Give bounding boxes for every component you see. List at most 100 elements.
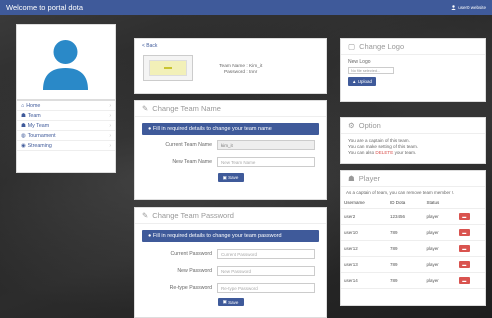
upload-icon: ▲: [352, 79, 357, 84]
remove-player-button[interactable]: ▬: [458, 245, 470, 252]
sidebar-item-team[interactable]: ☗ Team ›: [17, 111, 115, 121]
column-header: ID Dota: [386, 197, 424, 209]
table-row: user14 789 player ▬: [341, 272, 485, 289]
table-row: user12 789 player ▬: [341, 240, 485, 257]
table-row: user10 789 player ▬: [341, 224, 485, 241]
remove-player-button[interactable]: ▬: [458, 261, 470, 268]
option-text: You are a captain of this team. You can …: [341, 134, 485, 160]
panel-title: Option: [358, 121, 381, 130]
current-password-input[interactable]: Current Password: [217, 249, 315, 259]
sidebar-item-my-team[interactable]: ☗ My Team ›: [17, 121, 115, 131]
chevron-right-icon: ›: [109, 132, 111, 139]
users-icon: ☗: [348, 174, 355, 183]
current-team-name-label: Current Team Name: [165, 142, 212, 148]
status-cell: player: [423, 256, 456, 273]
info-alert: ● Fill in required details to change you…: [142, 123, 319, 135]
sidebar-item-label: Streaming: [27, 142, 52, 149]
home-icon: ⌂: [21, 102, 25, 109]
team-info-panel: < Back Team Name : Kim_it Password : tnn…: [134, 38, 327, 94]
save-icon: ▣: [222, 174, 227, 180]
sidebar-item-tournament[interactable]: ◍ Tournament ›: [17, 131, 115, 141]
retype-password-input[interactable]: Re-type Password: [217, 283, 315, 293]
username-cell: user13: [341, 256, 387, 273]
username-cell: user10: [341, 224, 387, 241]
column-header: Username: [341, 197, 387, 209]
status-cell: player: [423, 224, 456, 241]
change-team-password-panel: ✎ Change Team Password ● Fill in require…: [134, 207, 327, 318]
trash-icon: ▬: [462, 278, 467, 283]
chevron-right-icon: ›: [109, 142, 111, 149]
group-icon: ☗: [21, 122, 26, 129]
sidebar-item-label: Tournament: [27, 132, 56, 139]
panel-title: Change Team Password: [152, 211, 234, 220]
option-line-3-suffix: your team.: [394, 150, 417, 155]
save-team-name-button[interactable]: ▣ Save: [217, 173, 244, 182]
sidebar-item-label: Team: [27, 112, 41, 119]
chevron-right-icon: ›: [109, 122, 111, 129]
panel-header: ☗ Player: [341, 171, 485, 187]
id-dota-cell: 789: [386, 272, 424, 289]
alert-text: Fill in required details to change your …: [152, 233, 282, 239]
info-icon: ●: [148, 233, 152, 239]
panel-header: ▢ Change Logo: [341, 39, 485, 55]
avatar: [37, 33, 94, 90]
username-cell: user2: [341, 208, 387, 225]
player-note: As a captain of team, you can remove tea…: [346, 190, 455, 195]
team-icon: ☗: [21, 112, 26, 119]
remove-player-button[interactable]: ▬: [458, 229, 470, 236]
button-label: Upload: [357, 79, 372, 84]
sidebar-menu: ⌂ Home › ☗ Team › ☗ My Team › ◍ Tournament ›…: [16, 100, 116, 173]
username-cell: user12: [341, 240, 387, 257]
team-password-label: Password: [223, 70, 245, 75]
save-password-button[interactable]: ▣ Save: [217, 298, 244, 306]
info-alert: ● Fill in required details to change you…: [142, 230, 319, 242]
change-logo-panel: ▢ Change Logo New Logo No file selected.…: [340, 38, 486, 102]
new-logo-label: New Logo: [348, 59, 371, 65]
new-password-input[interactable]: New Password: [217, 266, 315, 276]
option-panel: ⚙ Option You are a captain of this team.…: [340, 117, 486, 164]
save-icon: ▣: [222, 299, 227, 304]
new-team-name-input[interactable]: New Team Name: [217, 157, 315, 167]
profile-card: [16, 24, 116, 100]
table-row: user2 123456 player ▬: [341, 208, 485, 225]
delete-team-link[interactable]: DELETE: [375, 150, 393, 155]
status-cell: player: [423, 208, 456, 225]
id-dota-cell: 789: [386, 240, 424, 257]
option-line-3-prefix: You can also: [348, 150, 375, 155]
team-logo: [143, 55, 193, 81]
sidebar-item-label: Home: [26, 102, 41, 109]
id-dota-cell: 123456: [386, 208, 424, 225]
panel-header: ⚙ Option: [341, 118, 485, 134]
column-header-actions: [455, 197, 485, 209]
info-icon: ●: [148, 126, 152, 132]
chevron-right-icon: ›: [109, 102, 111, 109]
edit-icon: ✎: [142, 211, 149, 220]
team-details: Team Name : Kim_it Password : tnnr: [207, 64, 262, 76]
trash-icon: ▬: [462, 246, 467, 251]
sidebar-item-label: My Team: [27, 122, 50, 129]
new-team-name-label: New Team Name: [172, 159, 212, 165]
user-menu[interactable]: user0 website: [451, 4, 486, 11]
back-link[interactable]: < Back: [142, 43, 157, 49]
upload-button[interactable]: ▲ Upload: [348, 77, 376, 86]
panel-header: ✎ Change Team Password: [135, 208, 326, 224]
team-name-value: : Kim_it: [246, 64, 263, 69]
new-password-label: New Password: [177, 268, 212, 274]
remove-player-button[interactable]: ▬: [458, 277, 470, 284]
id-dota-cell: 789: [386, 224, 424, 241]
alert-text: Fill in required details to change your …: [152, 126, 272, 132]
chevron-right-icon: ›: [109, 112, 111, 119]
app-title: Welcome to portal dota: [6, 3, 83, 12]
user-icon: [451, 4, 456, 11]
trash-icon: ▬: [462, 230, 467, 235]
panel-header: ✎ Change Team Name: [135, 101, 326, 117]
status-cell: player: [423, 240, 456, 257]
sidebar-item-home[interactable]: ⌂ Home ›: [17, 101, 115, 111]
remove-player-button[interactable]: ▬: [458, 213, 470, 220]
trash-icon: ▬: [462, 214, 467, 219]
sidebar-item-streaming[interactable]: ◉ Streaming ›: [17, 141, 115, 151]
id-dota-cell: 789: [386, 256, 424, 273]
file-input[interactable]: No file selected...: [348, 67, 394, 74]
panel-title: Player: [358, 174, 380, 183]
gear-icon: ⚙: [348, 121, 355, 130]
